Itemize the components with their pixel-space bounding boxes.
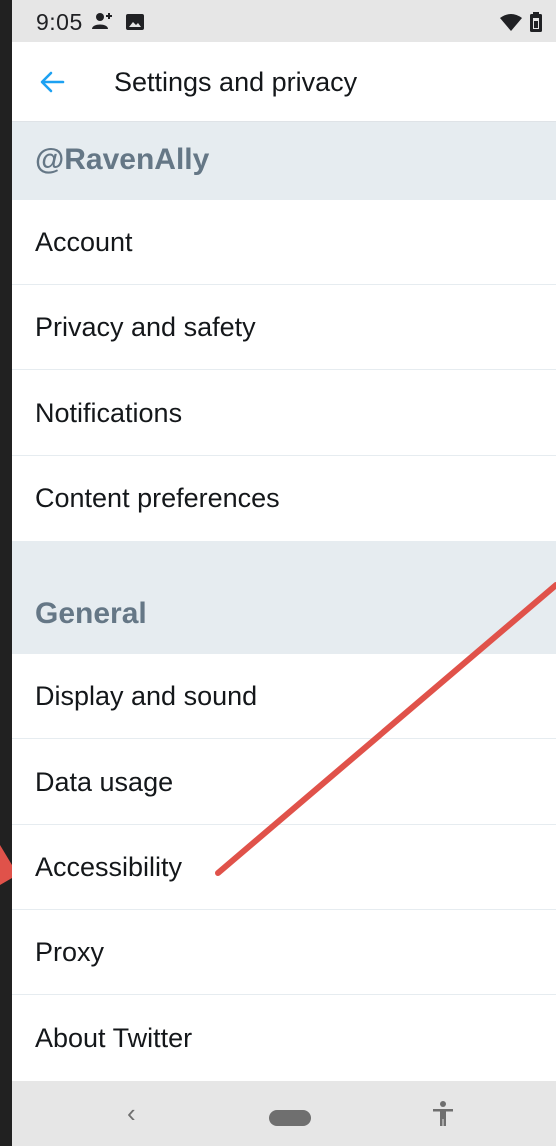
settings-item-proxy[interactable]: Proxy (12, 910, 556, 995)
section-header-general: General (12, 541, 556, 654)
settings-item-about[interactable]: About Twitter (12, 996, 556, 1081)
general-section-title: General (35, 597, 147, 630)
section-header-account: @RavenAlly (12, 122, 556, 200)
image-icon (126, 14, 144, 35)
settings-item-display-sound[interactable]: Display and sound (12, 654, 556, 739)
back-button[interactable] (32, 62, 72, 102)
settings-item-notifications[interactable]: Notifications (12, 371, 556, 456)
page-title: Settings and privacy (114, 67, 358, 97)
settings-item-label: Notifications (35, 398, 183, 428)
annotation-arrow-fragment (0, 845, 12, 885)
settings-item-privacy[interactable]: Privacy and safety (12, 285, 556, 370)
settings-item-label: Privacy and safety (35, 312, 256, 342)
settings-item-label: Content preferences (35, 483, 280, 513)
phone-screen: 9:05 Settings and privacy @RavenAlly Acc… (12, 0, 556, 1146)
status-bar: 9:05 (12, 0, 556, 42)
nav-back-icon[interactable]: ‹ (127, 1098, 136, 1129)
wifi-icon (500, 14, 522, 36)
status-time: 9:05 (36, 9, 83, 35)
settings-item-label: About Twitter (35, 1023, 193, 1053)
settings-item-accessibility[interactable]: Accessibility (12, 825, 556, 910)
settings-item-data-usage[interactable]: Data usage (12, 740, 556, 825)
settings-item-account[interactable]: Account (12, 200, 556, 285)
settings-item-label: Display and sound (35, 681, 258, 711)
settings-item-label: Data usage (35, 767, 174, 797)
home-pill-icon[interactable] (269, 1110, 311, 1126)
system-nav-bar: ‹ (12, 1081, 556, 1146)
app-bar: Settings and privacy (12, 42, 556, 122)
person-add-icon (92, 12, 114, 35)
arrow-left-icon (40, 71, 65, 93)
settings-item-label: Account (35, 227, 133, 257)
settings-item-label: Accessibility (35, 852, 183, 882)
battery-icon (530, 12, 542, 37)
accessibility-icon[interactable] (432, 1101, 454, 1132)
account-handle: @RavenAlly (35, 143, 210, 176)
settings-item-content-preferences[interactable]: Content preferences (12, 456, 556, 541)
settings-item-label: Proxy (35, 937, 105, 967)
